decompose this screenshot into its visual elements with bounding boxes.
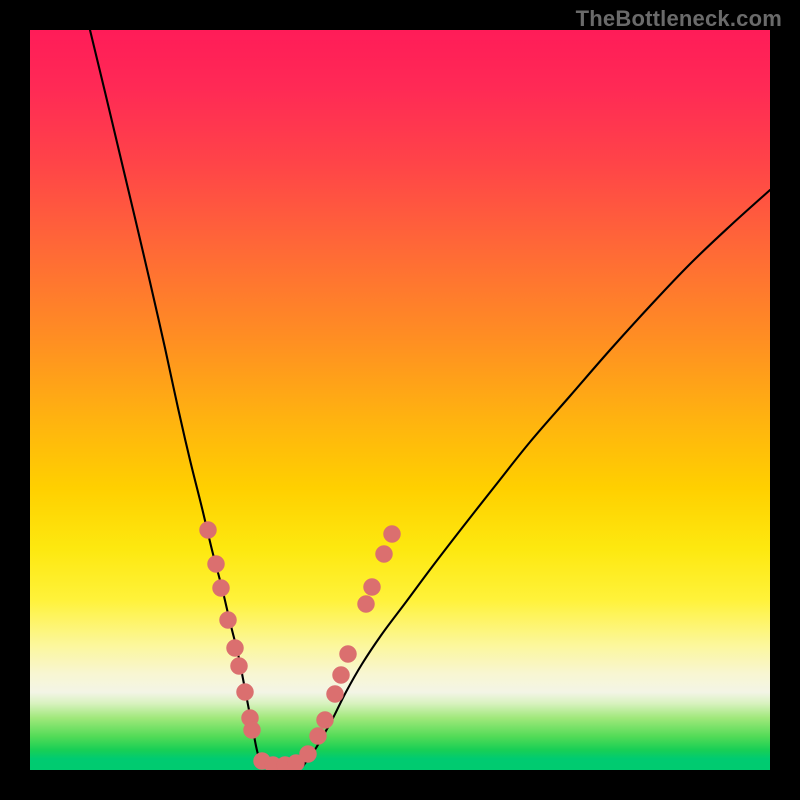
marker-point <box>376 546 393 563</box>
marker-point <box>340 646 357 663</box>
curve-paths <box>90 30 770 769</box>
marker-point <box>310 728 327 745</box>
curve-layer <box>30 30 770 770</box>
marker-point <box>327 686 344 703</box>
marker-point <box>358 596 375 613</box>
marker-point <box>208 556 225 573</box>
marker-point <box>300 746 317 763</box>
plot-area <box>30 30 770 770</box>
data-markers <box>200 522 401 771</box>
marker-point <box>364 579 381 596</box>
marker-point <box>220 612 237 629</box>
marker-point <box>227 640 244 657</box>
marker-point <box>333 667 350 684</box>
marker-point <box>384 526 401 543</box>
marker-point <box>231 658 248 675</box>
marker-point <box>237 684 254 701</box>
marker-point <box>200 522 217 539</box>
marker-point <box>244 722 261 739</box>
marker-point <box>317 712 334 729</box>
curve-right-branch <box>303 190 770 766</box>
watermark-text: TheBottleneck.com <box>576 6 782 32</box>
marker-point <box>213 580 230 597</box>
